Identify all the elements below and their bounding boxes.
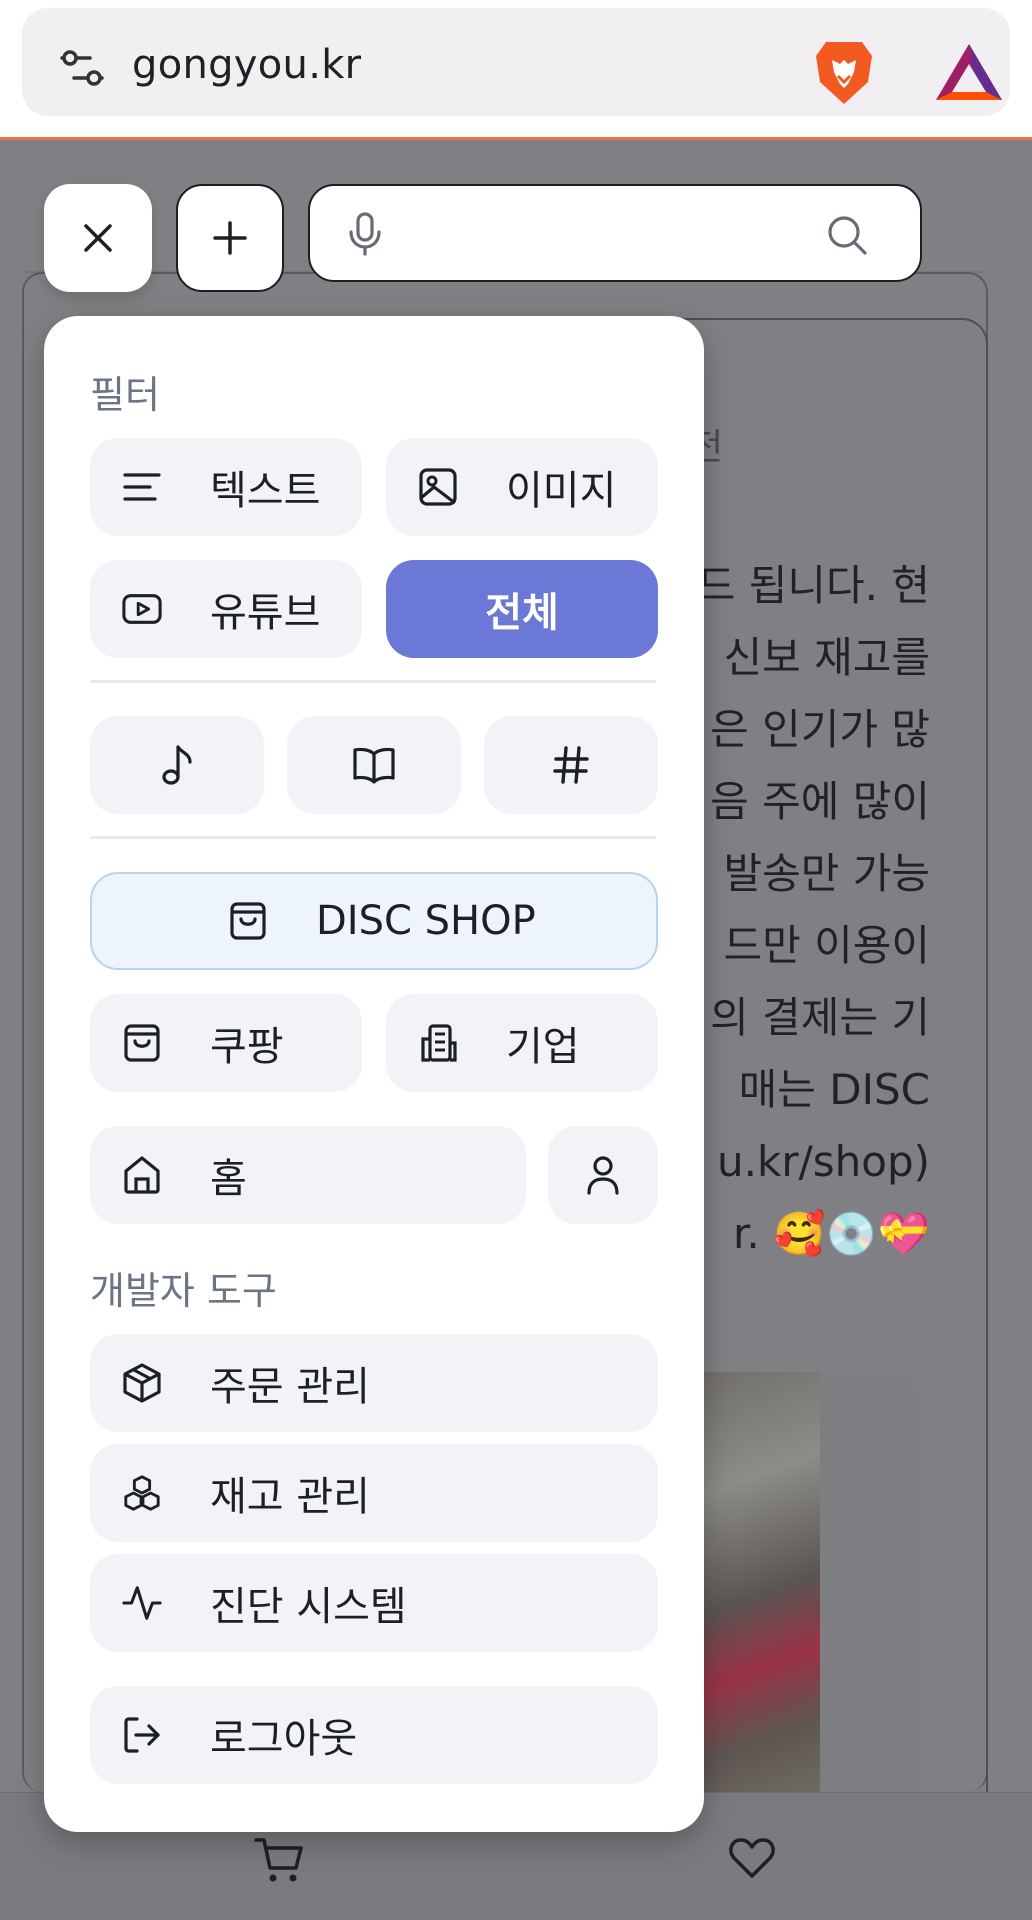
search-icon[interactable] (826, 214, 868, 256)
filter-section-title: 필터 (90, 373, 160, 417)
youtube-icon (122, 589, 162, 629)
diagnostics-label: 진단 시스템 (210, 1584, 407, 1630)
dev-tools-section-title: 개발자 도구 (90, 1269, 277, 1313)
add-button[interactable] (176, 184, 284, 292)
search-input[interactable] (308, 184, 922, 282)
filter-image-button[interactable]: 이미지 (386, 438, 658, 536)
inventory-management-label: 재고 관리 (210, 1474, 370, 1520)
building-icon (418, 1023, 458, 1063)
coupang-button[interactable]: 쿠팡 (90, 994, 362, 1092)
company-label: 기업 (506, 1024, 580, 1070)
filter-all-button[interactable]: 전체 (386, 560, 658, 658)
close-icon (84, 224, 112, 252)
coupang-label: 쿠팡 (210, 1024, 284, 1070)
home-button[interactable]: 홈 (90, 1126, 526, 1224)
book-filter-button[interactable] (287, 716, 461, 814)
background-post-image-shadow (820, 1372, 920, 1792)
logout-label: 로그아웃 (210, 1716, 358, 1762)
shopping-bag-icon (122, 1023, 162, 1063)
address-bar[interactable]: gongyou.kr (22, 8, 1010, 116)
heart-icon[interactable] (728, 1836, 776, 1880)
brave-lion-icon[interactable] (812, 38, 876, 106)
filter-text-button[interactable]: 텍스트 (90, 438, 362, 536)
book-open-icon (353, 747, 395, 784)
profile-button[interactable] (548, 1126, 658, 1224)
order-management-button[interactable]: 주문 관리 (90, 1334, 658, 1432)
order-management-label: 주문 관리 (210, 1364, 370, 1410)
tune-icon[interactable] (60, 48, 104, 88)
home-label: 홈 (210, 1156, 247, 1202)
hash-icon (553, 746, 589, 784)
filter-youtube-label: 유튜브 (210, 590, 321, 636)
browser-toolbar: gongyou.kr (0, 0, 1032, 140)
url-text[interactable]: gongyou.kr (132, 42, 361, 88)
cart-icon[interactable] (254, 1836, 304, 1884)
music-note-icon (162, 745, 192, 785)
menu-divider (90, 836, 656, 839)
disc-shop-label: DISC SHOP (316, 898, 536, 944)
hashtag-filter-button[interactable] (484, 716, 658, 814)
package-icon (122, 1363, 162, 1403)
diagnostics-button[interactable]: 진단 시스템 (90, 1554, 658, 1652)
image-icon (418, 467, 458, 507)
disc-shop-button[interactable]: DISC SHOP (90, 872, 658, 970)
logout-button[interactable]: 로그아웃 (90, 1686, 658, 1784)
microphone-icon[interactable] (348, 212, 382, 256)
bat-triangle-icon[interactable] (934, 42, 1004, 102)
company-button[interactable]: 기업 (386, 994, 658, 1092)
filter-youtube-button[interactable]: 유튜브 (90, 560, 362, 658)
plus-icon (213, 221, 247, 255)
activity-icon (122, 1583, 162, 1623)
inventory-management-button[interactable]: 재고 관리 (90, 1444, 658, 1542)
filter-image-label: 이미지 (506, 468, 617, 514)
home-icon (122, 1155, 162, 1195)
menu-divider (90, 680, 656, 683)
boxes-icon (122, 1473, 162, 1513)
shopping-bag-icon (228, 901, 268, 941)
logout-icon (122, 1715, 162, 1755)
align-left-icon (122, 467, 162, 507)
user-icon (587, 1156, 619, 1195)
navigation-menu: 필터 텍스트 이미지 유튜브 전체 DISC SHOP 쿠팡 기업 홈 개발자 … (44, 316, 704, 1832)
filter-text-label: 텍스트 (210, 468, 321, 514)
close-menu-button[interactable] (44, 184, 152, 292)
music-filter-button[interactable] (90, 716, 264, 814)
filter-all-label: 전체 (485, 590, 559, 636)
